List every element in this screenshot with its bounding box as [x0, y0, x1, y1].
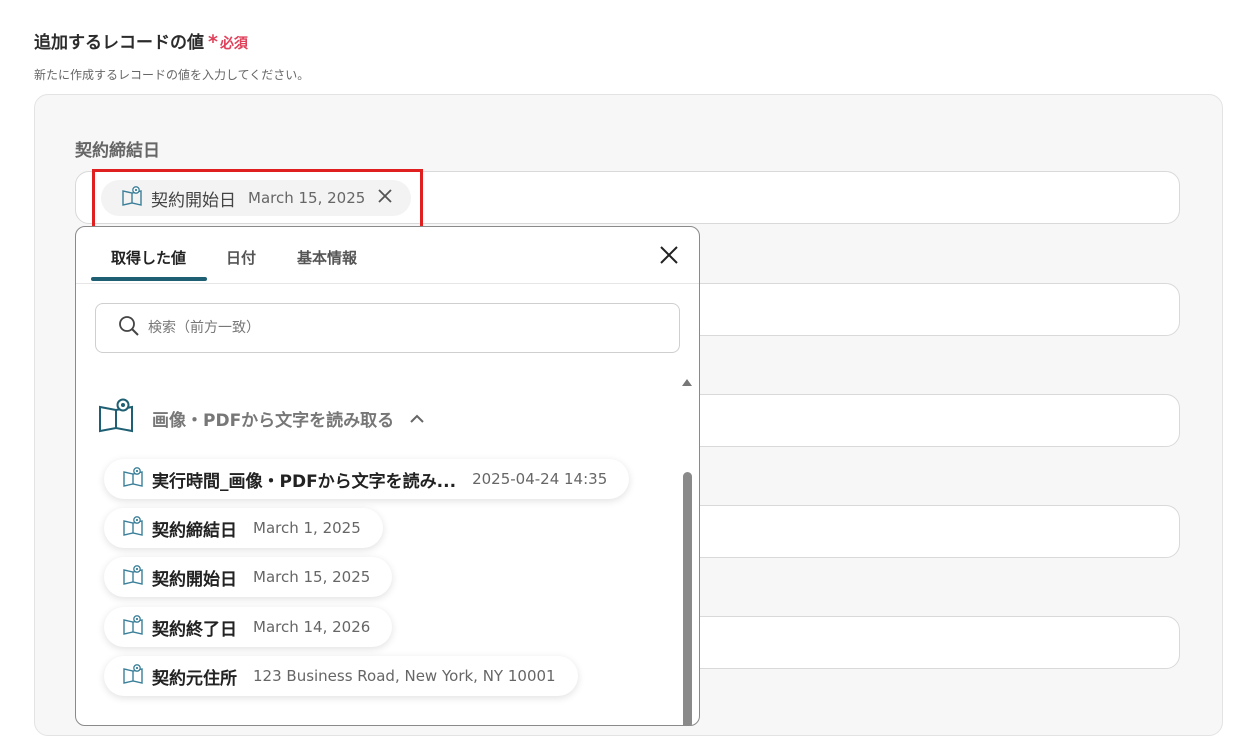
- search-input[interactable]: [146, 319, 630, 337]
- item-label: 契約締結日: [152, 520, 237, 541]
- book-eye-icon: [122, 663, 144, 689]
- list-item[interactable]: 契約開始日 March 15, 2025: [104, 557, 393, 597]
- scroll-up-arrow-icon[interactable]: [682, 379, 692, 386]
- value-picker-popup: 取得した値 日付 基本情報 画像・PDFから文字を読み取る 実行時間_画像・PD…: [75, 226, 700, 726]
- book-eye-icon: [98, 397, 134, 439]
- active-tab-indicator: [91, 277, 207, 281]
- item-value: March 1, 2025: [253, 519, 361, 537]
- item-label: 契約終了日: [152, 619, 237, 640]
- field-label: 契約締結日: [75, 141, 160, 161]
- item-value: 123 Business Road, New York, NY 10001: [253, 667, 556, 685]
- group-title: 画像・PDFから文字を読み取る: [152, 410, 395, 431]
- item-value: March 15, 2025: [253, 568, 371, 586]
- close-icon[interactable]: [658, 243, 680, 271]
- tab-date[interactable]: 日付: [226, 247, 256, 268]
- item-value: March 14, 2026: [253, 618, 371, 636]
- tab-basic-info[interactable]: 基本情報: [297, 247, 357, 268]
- section-description: 新たに作成するレコードの値を入力してください。: [34, 68, 310, 82]
- required-label: 必須: [219, 36, 248, 52]
- group-header-ocr[interactable]: 画像・PDFから文字を読み取る: [98, 397, 424, 439]
- scrollbar-thumb[interactable]: [683, 472, 692, 725]
- book-eye-icon: [122, 515, 144, 541]
- search-icon: [118, 315, 140, 341]
- item-label: 契約開始日: [152, 569, 237, 590]
- item-label: 実行時間_画像・PDFから文字を読み...: [152, 471, 457, 492]
- book-eye-icon: [122, 564, 144, 590]
- list-item[interactable]: 契約締結日 March 1, 2025: [104, 508, 383, 548]
- item-label: 契約元住所: [152, 668, 237, 689]
- chevron-up-icon[interactable]: [410, 409, 424, 428]
- search-field[interactable]: [95, 303, 680, 353]
- tab-obtained-values[interactable]: 取得した値: [111, 247, 186, 268]
- list-item[interactable]: 実行時間_画像・PDFから文字を読み... 2025-04-24 14:35: [104, 459, 630, 499]
- section-title: 追加するレコードの値 * 必須: [34, 28, 248, 53]
- tab-bar: 取得した値 日付 基本情報: [76, 227, 699, 284]
- list-item[interactable]: 契約終了日 March 14, 2026: [104, 607, 393, 647]
- book-eye-icon: [122, 466, 144, 492]
- item-value: 2025-04-24 14:35: [472, 470, 608, 488]
- section-title-text: 追加するレコードの値: [34, 33, 204, 53]
- highlight-box: [92, 169, 423, 231]
- required-star: *: [208, 31, 218, 53]
- book-eye-icon: [122, 614, 144, 640]
- scrollbar[interactable]: [681, 377, 693, 725]
- list-item[interactable]: 契約元住所 123 Business Road, New York, NY 10…: [104, 656, 578, 696]
